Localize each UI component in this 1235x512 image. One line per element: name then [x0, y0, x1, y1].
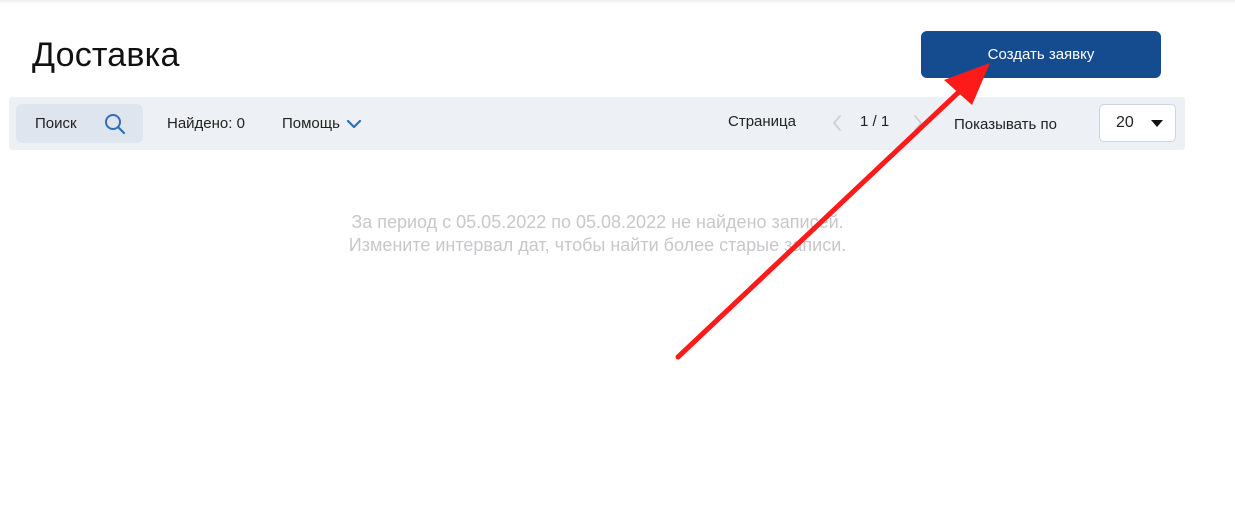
chevron-left-icon[interactable]: [831, 114, 843, 132]
found-count: Найдено: 0: [167, 115, 245, 132]
create-request-button[interactable]: Создать заявку: [921, 31, 1161, 78]
top-shadow: [0, 0, 1235, 4]
toolbar: Поиск Найдено: 0 Помощь Страница 1 / 1 П…: [9, 97, 1185, 150]
per-page-select[interactable]: 20: [1099, 104, 1176, 142]
chevron-right-icon[interactable]: [912, 114, 924, 132]
empty-state-message: За период с 05.05.2022 по 05.08.2022 не …: [0, 211, 1195, 257]
page-title: Доставка: [32, 36, 180, 74]
search-icon: [105, 114, 126, 135]
per-page-label: Показывать по: [954, 116, 1057, 133]
page-label: Страница: [728, 113, 796, 130]
page-indicator: 1 / 1: [860, 113, 890, 130]
caret-down-icon: [1151, 120, 1163, 127]
chevron-down-icon: [346, 119, 362, 128]
search-label: Поиск: [35, 115, 77, 132]
help-dropdown[interactable]: Помощь: [282, 115, 362, 132]
per-page-value: 20: [1116, 114, 1134, 131]
empty-state-line-2: Измените интервал дат, чтобы найти более…: [348, 235, 847, 255]
search-button[interactable]: Поиск: [16, 104, 143, 143]
empty-state-line-1: За период с 05.05.2022 по 05.08.2022 не …: [351, 212, 844, 232]
help-label: Помощь: [282, 115, 340, 132]
